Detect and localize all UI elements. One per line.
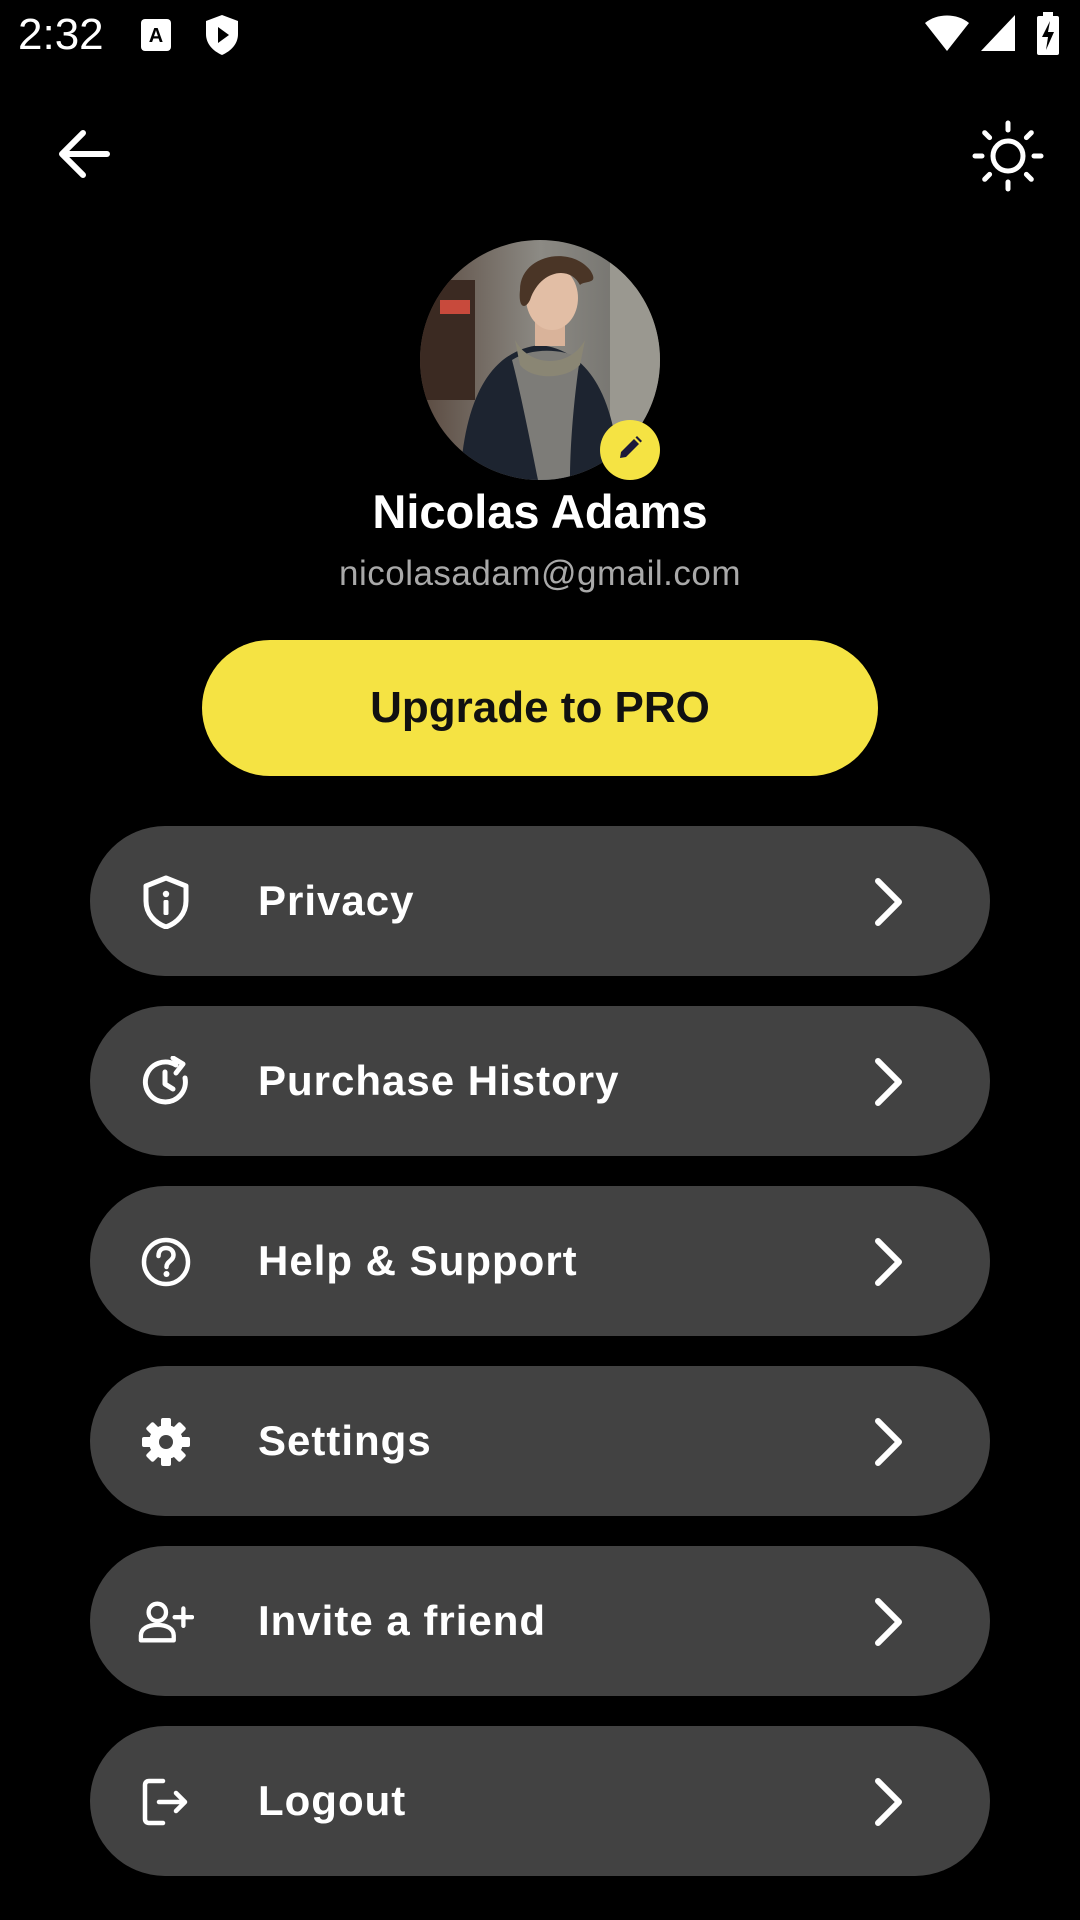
- shield-info-icon: [138, 874, 194, 930]
- settings-menu: Privacy Purchase History Help & Support …: [90, 826, 990, 1906]
- menu-item-label: Purchase History: [258, 1057, 620, 1104]
- profile-name: Nicolas Adams: [372, 485, 708, 538]
- history-icon: [138, 1054, 194, 1110]
- logout-icon: [138, 1774, 194, 1830]
- svg-text:A: A: [149, 25, 163, 47]
- profile-email: nicolasadam@gmail.com: [338, 554, 741, 593]
- menu-item-label: Privacy: [258, 877, 415, 924]
- help-circle-icon: [138, 1234, 194, 1290]
- chevron-right-icon: [860, 874, 916, 930]
- chevron-right-icon: [860, 1414, 916, 1470]
- upgrade-to-pro-button[interactable]: Upgrade to PRO: [202, 640, 878, 776]
- wifi-icon: [924, 14, 970, 57]
- keyboard-a-icon: A: [140, 18, 172, 57]
- status-time: 2:32: [18, 10, 104, 59]
- arrow-left-icon: [57, 129, 111, 184]
- menu-item-label: Invite a friend: [258, 1597, 547, 1644]
- chevron-right-icon: [860, 1594, 916, 1650]
- theme-toggle-button[interactable]: [970, 120, 1046, 196]
- gear-icon: [138, 1414, 194, 1470]
- status-bar: 2:32 A: [0, 0, 1080, 72]
- back-button[interactable]: [52, 124, 116, 188]
- sun-icon: [972, 120, 1044, 197]
- pencil-icon: [617, 435, 643, 466]
- menu-item-invite-friend[interactable]: Invite a friend: [90, 1546, 990, 1696]
- menu-item-help-support[interactable]: Help & Support: [90, 1186, 990, 1336]
- chevron-right-icon: [860, 1054, 916, 1110]
- menu-item-privacy[interactable]: Privacy: [90, 826, 990, 976]
- menu-item-logout[interactable]: Logout: [90, 1726, 990, 1876]
- edit-avatar-button[interactable]: [600, 420, 660, 480]
- menu-item-purchase-history[interactable]: Purchase History: [90, 1006, 990, 1156]
- shield-play-icon: [204, 14, 240, 61]
- menu-item-label: Settings: [258, 1417, 432, 1464]
- menu-item-settings[interactable]: Settings: [90, 1366, 990, 1516]
- person-add-icon: [138, 1594, 194, 1650]
- chevron-right-icon: [860, 1234, 916, 1290]
- cellular-signal-icon: [980, 14, 1016, 57]
- menu-item-label: Help & Support: [258, 1237, 578, 1284]
- avatar-container: [420, 240, 660, 480]
- menu-item-label: Logout: [258, 1777, 407, 1824]
- battery-charging-icon: [1036, 12, 1060, 61]
- chevron-right-icon: [860, 1774, 916, 1830]
